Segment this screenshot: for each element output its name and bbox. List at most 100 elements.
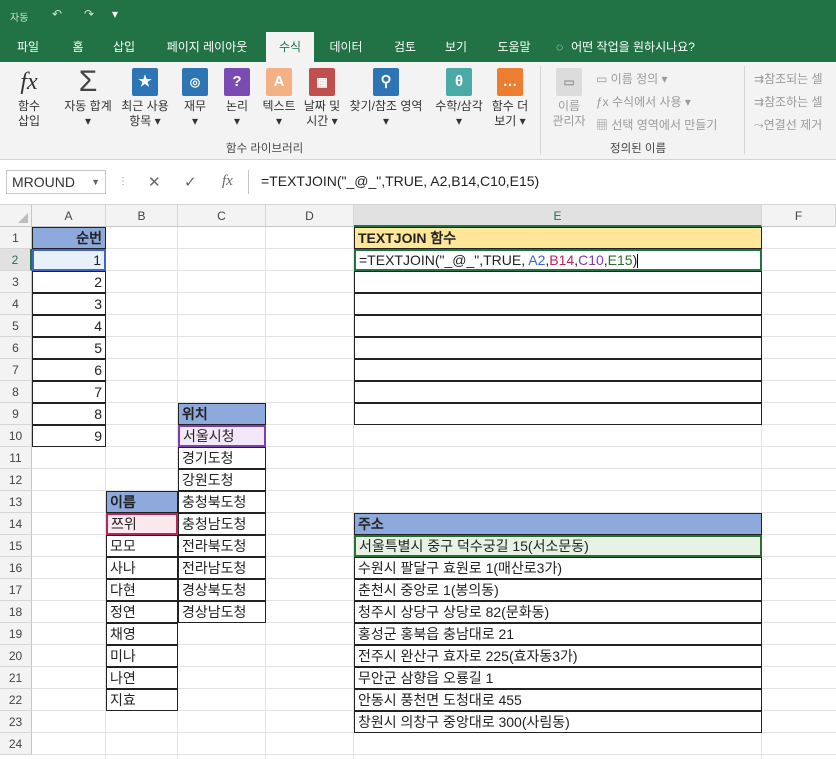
cell-e19[interactable]: 홍성군 홍북읍 충남대로 21 bbox=[354, 623, 762, 645]
tab-help[interactable]: 도움말 bbox=[486, 32, 542, 62]
tab-review[interactable]: 검토 bbox=[380, 32, 430, 62]
logical-button[interactable]: ? 논리 ▾ bbox=[220, 68, 254, 129]
row-header-16[interactable]: 16 bbox=[0, 557, 32, 579]
row-header-8[interactable]: 8 bbox=[0, 381, 32, 403]
cell-a1[interactable]: 순번 bbox=[32, 227, 106, 249]
row-header-19[interactable]: 19 bbox=[0, 623, 32, 645]
cell-b17[interactable]: 다현 bbox=[106, 579, 178, 601]
cell-e23[interactable]: 창원시 의창구 중앙대로 300(사림동) bbox=[354, 711, 762, 733]
tab-data[interactable]: 데이터 bbox=[318, 32, 374, 62]
cell-e21[interactable]: 무안군 삼향읍 오룡길 1 bbox=[354, 667, 762, 689]
cell-e2-editing[interactable]: =TEXTJOIN("_@_",TRUE, A2,B14,C10,E15) bbox=[354, 249, 762, 271]
cell-b15[interactable]: 모모 bbox=[106, 535, 178, 557]
cell-c10[interactable]: 서울시청 bbox=[178, 425, 266, 447]
undo-icon[interactable]: ↶ bbox=[52, 7, 62, 21]
cell-e22[interactable]: 안동시 풍천면 도청대로 455 bbox=[354, 689, 762, 711]
cell-b22[interactable]: 지효 bbox=[106, 689, 178, 711]
datetime-button[interactable]: ▦ 날짜 및 시간 ▾ bbox=[300, 68, 344, 129]
cell-c15[interactable]: 전라북도청 bbox=[178, 535, 266, 557]
column-header-d[interactable]: D bbox=[266, 205, 354, 227]
row-header-18[interactable]: 18 bbox=[0, 601, 32, 623]
recently-used-button[interactable]: ★ 최근 사용 항목 ▾ bbox=[116, 68, 174, 129]
select-all-corner[interactable] bbox=[0, 205, 32, 227]
cell-a7[interactable]: 6 bbox=[32, 359, 106, 381]
row-header-12[interactable]: 12 bbox=[0, 469, 32, 491]
column-header-e[interactable]: E bbox=[354, 205, 762, 227]
cell-e18[interactable]: 청주시 상당구 상당로 82(문화동) bbox=[354, 601, 762, 623]
row-header-5[interactable]: 5 bbox=[0, 315, 32, 337]
more-functions-button[interactable]: … 함수 더 보기 ▾ bbox=[488, 68, 532, 129]
tab-home[interactable]: 홈 bbox=[58, 32, 98, 62]
row-header-17[interactable]: 17 bbox=[0, 579, 32, 601]
column-header-c[interactable]: C bbox=[178, 205, 266, 227]
cancel-icon[interactable]: ✕ bbox=[148, 173, 161, 191]
row-header-24[interactable]: 24 bbox=[0, 733, 32, 755]
tab-file[interactable]: 파일 bbox=[6, 32, 50, 62]
row-header-15[interactable]: 15 bbox=[0, 535, 32, 557]
column-header-a[interactable]: A bbox=[32, 205, 106, 227]
cell-c11[interactable]: 경기도청 bbox=[178, 447, 266, 469]
row-header-4[interactable]: 4 bbox=[0, 293, 32, 315]
column-header-b[interactable]: B bbox=[106, 205, 178, 227]
tab-insert[interactable]: 삽입 bbox=[100, 32, 148, 62]
formula-input[interactable]: =TEXTJOIN("_@_",TRUE, A2,B14,C10,E15) bbox=[248, 170, 836, 194]
cell-c12[interactable]: 강원도청 bbox=[178, 469, 266, 491]
cell-b14[interactable]: 쯔위 bbox=[106, 513, 178, 535]
row-header-20[interactable]: 20 bbox=[0, 645, 32, 667]
cell-b18[interactable]: 정연 bbox=[106, 601, 178, 623]
math-button[interactable]: θ 수학/삼각 ▾ bbox=[430, 68, 488, 129]
cell-e14[interactable]: 주소 bbox=[354, 513, 762, 535]
cell-a5[interactable]: 4 bbox=[32, 315, 106, 337]
trace-dependents-button[interactable]: ⇉참조하는 셀 bbox=[754, 93, 823, 110]
cell-a2[interactable]: 1 bbox=[32, 249, 106, 271]
cell-a8[interactable]: 7 bbox=[32, 381, 106, 403]
name-box[interactable]: MROUND ▼ bbox=[6, 170, 106, 194]
tab-view[interactable]: 보기 bbox=[432, 32, 480, 62]
redo-icon[interactable]: ↷ bbox=[84, 7, 94, 21]
row-header-11[interactable]: 11 bbox=[0, 447, 32, 469]
cell-a10[interactable]: 9 bbox=[32, 425, 106, 447]
cell-c14[interactable]: 충청남도청 bbox=[178, 513, 266, 535]
customize-toolbar-icon[interactable]: ▾ bbox=[112, 7, 118, 21]
define-name-button[interactable]: ▭ 이름 정의 ▾ bbox=[596, 70, 668, 87]
cell-e3[interactable] bbox=[354, 271, 762, 293]
cell-a4[interactable]: 3 bbox=[32, 293, 106, 315]
cell-e8[interactable] bbox=[354, 381, 762, 403]
chevron-down-icon[interactable]: ▼ bbox=[91, 171, 100, 193]
name-manager-button[interactable]: ▭ 이름 관리자 bbox=[548, 68, 590, 129]
row-header-10[interactable]: 10 bbox=[0, 425, 32, 447]
trace-precedents-button[interactable]: ⇉참조되는 셀 bbox=[754, 70, 823, 87]
remove-arrows-button[interactable]: ⤳연결선 제거 bbox=[754, 116, 822, 133]
cell-b16[interactable]: 사나 bbox=[106, 557, 178, 579]
lookup-button[interactable]: ⚲ 찾기/참조 영역 ▾ bbox=[344, 68, 428, 129]
text-button[interactable]: A 텍스트 ▾ bbox=[258, 68, 300, 129]
insert-function-fx-icon[interactable]: fx bbox=[222, 173, 233, 190]
cell-e6[interactable] bbox=[354, 337, 762, 359]
column-header-f[interactable]: F bbox=[762, 205, 836, 227]
insert-function-button[interactable]: fx 함수 삽입 bbox=[8, 68, 50, 129]
row-header-3[interactable]: 3 bbox=[0, 271, 32, 293]
cell-c17[interactable]: 경상북도청 bbox=[178, 579, 266, 601]
worksheet-grid[interactable]: A B C D E F 1 2 3 4 5 6 7 8 9 10 11 12 13 14 15 16 17 18 1… bbox=[0, 205, 836, 759]
row-header-2[interactable]: 2 bbox=[0, 249, 32, 271]
cell-e5[interactable] bbox=[354, 315, 762, 337]
cell-b21[interactable]: 나연 bbox=[106, 667, 178, 689]
cell-a6[interactable]: 5 bbox=[32, 337, 106, 359]
cell-c9[interactable]: 위치 bbox=[178, 403, 266, 425]
cell-e9[interactable] bbox=[354, 403, 762, 425]
row-header-21[interactable]: 21 bbox=[0, 667, 32, 689]
tab-page-layout[interactable]: 페이지 레이아웃 bbox=[152, 32, 262, 62]
row-header-14[interactable]: 14 bbox=[0, 513, 32, 535]
cell-e1[interactable]: TEXTJOIN 함수 bbox=[354, 227, 762, 249]
cell-b20[interactable]: 미나 bbox=[106, 645, 178, 667]
autosum-button[interactable]: Σ 자동 합계 ▾ bbox=[58, 67, 118, 129]
enter-check-icon[interactable]: ✓ bbox=[184, 173, 197, 191]
row-header-6[interactable]: 6 bbox=[0, 337, 32, 359]
row-header-23[interactable]: 23 bbox=[0, 711, 32, 733]
cell-e7[interactable] bbox=[354, 359, 762, 381]
cell-a3[interactable]: 2 bbox=[32, 271, 106, 293]
row-header-1[interactable]: 1 bbox=[0, 227, 32, 249]
cell-c13[interactable]: 충청북도청 bbox=[178, 491, 266, 513]
row-header-13[interactable]: 13 bbox=[0, 491, 32, 513]
row-header-9[interactable]: 9 bbox=[0, 403, 32, 425]
